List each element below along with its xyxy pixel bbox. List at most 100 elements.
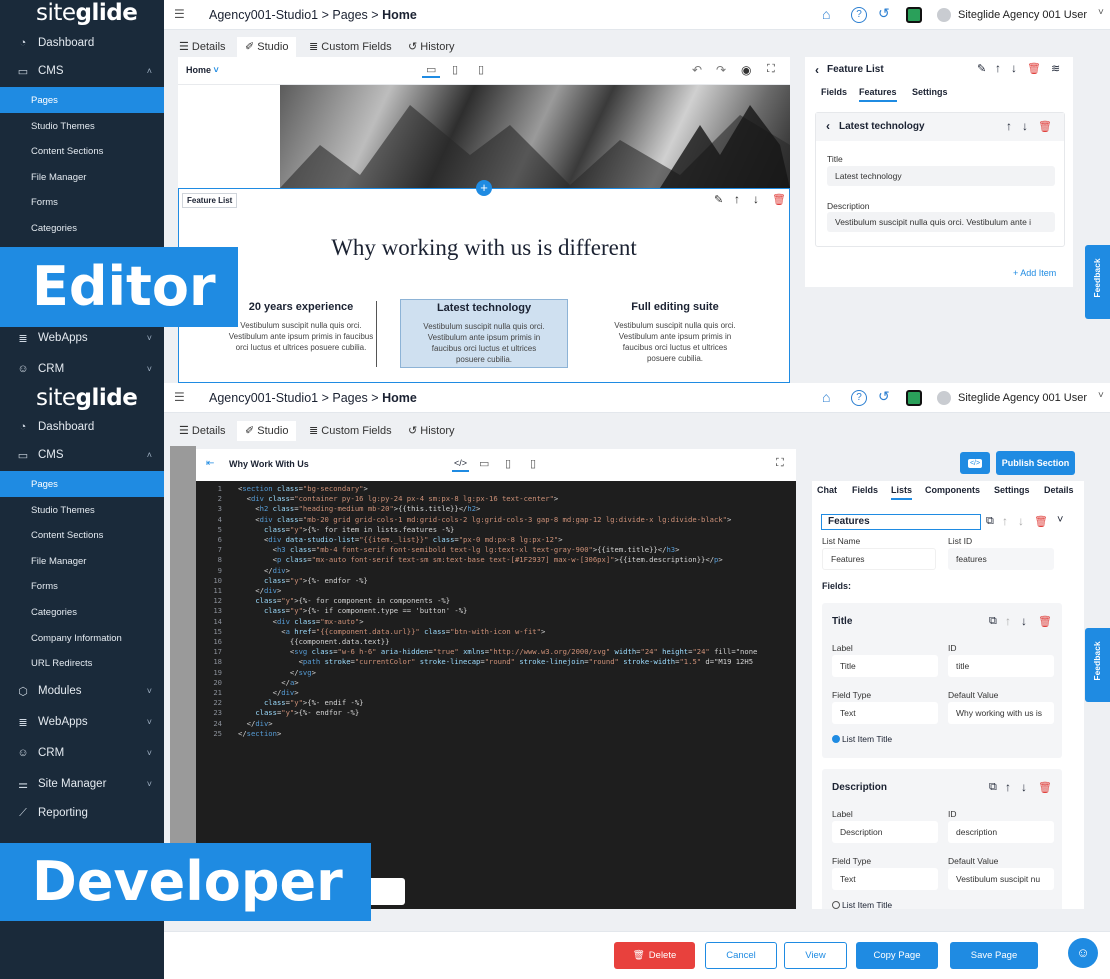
fullscreen-icon[interactable]: ⛶ <box>767 63 775 76</box>
siteglide-app-icon[interactable] <box>906 7 922 23</box>
code-line[interactable]: 14 <div class="mx-auto"> <box>196 617 796 627</box>
copy-page-button[interactable]: Copy Page <box>856 942 938 969</box>
id-input[interactable]: title <box>948 655 1054 677</box>
menu-collapse-icon[interactable]: ☰ <box>174 390 185 404</box>
tab-details[interactable]: ☰ Details <box>179 421 226 441</box>
back-icon[interactable]: ‹ <box>826 119 830 133</box>
tab-custom-fields[interactable]: ≣ Custom Fields <box>309 421 392 441</box>
home-icon[interactable]: ⌂ <box>822 6 830 22</box>
feature-column-selected[interactable]: Latest technology Vestibulum suscipit nu… <box>400 299 568 368</box>
field-type-select[interactable]: Text <box>832 868 938 890</box>
trash-icon[interactable]: 🗑 <box>772 193 786 206</box>
cancel-button[interactable]: Cancel <box>705 942 777 969</box>
tab-lists[interactable]: Lists <box>891 485 913 500</box>
move-up-icon[interactable]: ↑ <box>1005 614 1011 628</box>
label-input[interactable]: Description <box>832 821 938 843</box>
sidebar-item-reporting[interactable]: ⟋ Reporting <box>0 800 164 826</box>
sidebar-item-file-manager[interactable]: File Manager <box>0 164 164 190</box>
list-name-input[interactable]: Features <box>821 514 981 530</box>
home-icon[interactable]: ⌂ <box>822 389 830 405</box>
sidebar-item-webapps[interactable]: ≣ WebApps ˅ <box>0 709 164 735</box>
description-input[interactable]: Vestibulum suscipit nulla quis orci. Ves… <box>827 212 1055 232</box>
tab-history[interactable]: ↺ History <box>408 37 455 57</box>
menu-collapse-icon[interactable]: ☰ <box>174 7 185 21</box>
trash-icon[interactable]: 🗑 <box>1038 120 1052 133</box>
layers-icon[interactable]: ≋ <box>1051 62 1060 75</box>
sidebar-item-cms[interactable]: ▭ CMS ˄ <box>0 58 164 84</box>
move-up-icon[interactable]: ↑ <box>1005 780 1011 794</box>
code-line[interactable]: 10 class="y">{%- endfor -%} <box>196 576 796 586</box>
code-line[interactable]: 15 <a href="{{component.data.url}}" clas… <box>196 627 796 637</box>
move-up-icon[interactable]: ↑ <box>995 61 1001 75</box>
sidebar-item-content-sections[interactable]: Content Sections <box>0 522 164 548</box>
chevron-down-icon[interactable]: ˅ <box>1098 7 1104 18</box>
sidebar-item-studio-themes[interactable]: Studio Themes <box>0 497 164 523</box>
chevron-down-icon[interactable]: ˅ <box>1098 390 1104 401</box>
sidebar-item-site-manager[interactable]: ⚌ Site Manager ˅ <box>0 771 164 797</box>
code-line[interactable]: 3 <h2 class="heading-medium mb-20">{{thi… <box>196 504 796 514</box>
tab-details[interactable]: ☰ Details <box>179 37 226 57</box>
trash-icon[interactable]: 🗑 <box>1034 515 1048 528</box>
redo-icon[interactable]: ↷ <box>716 63 726 77</box>
publish-section-button[interactable]: Publish Section <box>996 451 1075 475</box>
move-down-icon[interactable]: ↓ <box>1021 780 1027 794</box>
sidebar-item-webapps[interactable]: ≣ WebApps ˅ <box>0 325 164 351</box>
tab-features[interactable]: Features <box>859 87 897 102</box>
move-down-icon[interactable]: ↓ <box>1022 119 1028 133</box>
code-line[interactable]: 6 <div data-studio-list="{{item._list}}"… <box>196 535 796 545</box>
breadcrumb-site[interactable]: Agency001-Studio1 <box>209 391 318 405</box>
sidebar-item-studio-themes[interactable]: Studio Themes <box>0 113 164 139</box>
move-up-icon[interactable]: ↑ <box>1006 119 1012 133</box>
tablet-view-icon[interactable]: ▯ <box>452 63 458 76</box>
trash-icon[interactable]: 🗑 <box>1038 781 1052 794</box>
fullscreen-icon[interactable]: ⛶ <box>776 457 784 470</box>
code-line[interactable]: 9 </div> <box>196 566 796 576</box>
tab-settings[interactable]: Settings <box>912 87 948 97</box>
code-line[interactable]: 19 </svg> <box>196 668 796 678</box>
user-name[interactable]: Siteglide Agency 001 User <box>958 9 1087 21</box>
tab-components[interactable]: Components <box>925 485 980 495</box>
collapse-icon[interactable]: ˅ <box>1057 514 1063 526</box>
code-line[interactable]: 20 </a> <box>196 678 796 688</box>
code-line[interactable]: 4 <div class="mb-20 grid grid-cols-1 md:… <box>196 515 796 525</box>
sidebar-item-file-manager[interactable]: File Manager <box>0 548 164 574</box>
help-icon[interactable]: ? <box>851 390 867 406</box>
sidebar-item-crm[interactable]: ☺ CRM ˅ <box>0 740 164 766</box>
breadcrumb-pages[interactable]: Pages <box>332 8 367 22</box>
code-line[interactable]: 13 class="y">{%- if component.type == 'b… <box>196 606 796 616</box>
move-down-icon[interactable]: ↓ <box>1018 514 1024 528</box>
feedback-tab[interactable]: Feedback <box>1085 245 1110 319</box>
code-line[interactable]: 16 {{component.data.text}} <box>196 637 796 647</box>
sidebar-item-forms[interactable]: Forms <box>0 189 164 215</box>
code-line[interactable]: 12 class="y">{%- for component in compon… <box>196 596 796 606</box>
sidebar-item-pages[interactable]: Pages <box>0 471 164 497</box>
code-line[interactable]: 11 </div> <box>196 586 796 596</box>
sidebar-item-company-information[interactable]: Company Information <box>0 625 164 651</box>
back-icon[interactable]: ‹ <box>815 63 819 77</box>
code-line[interactable]: 1 <section class="bg-secondary"> <box>196 484 796 494</box>
move-down-icon[interactable]: ↓ <box>1021 614 1027 628</box>
history-icon[interactable]: ↺ <box>878 388 890 405</box>
history-icon[interactable]: ↺ <box>878 5 890 22</box>
tab-settings[interactable]: Settings <box>994 485 1030 495</box>
eye-icon[interactable]: ◉ <box>741 63 751 77</box>
edit-icon[interactable]: ✎ <box>714 193 723 206</box>
code-line[interactable]: 8 <p class="mx-auto font-serif text-sm s… <box>196 555 796 565</box>
mobile-view-icon[interactable]: ▯ <box>530 457 536 470</box>
edit-icon[interactable]: ✎ <box>977 62 986 75</box>
feature-column[interactable]: 20 years experience Vestibulum suscipit … <box>221 301 381 353</box>
sidebar-item-crm[interactable]: ☺ CRM ˅ <box>0 356 164 382</box>
code-line[interactable]: 24 </div> <box>196 719 796 729</box>
sidebar-item-dashboard[interactable]: ◔ Dashboard <box>0 414 164 440</box>
sidebar-item-url-redirects[interactable]: URL Redirects <box>0 650 164 676</box>
avatar[interactable] <box>937 391 951 405</box>
undo-icon[interactable]: ↶ <box>692 63 702 77</box>
mobile-view-icon[interactable]: ▯ <box>478 63 484 76</box>
sidebar-item-categories[interactable]: Categories <box>0 599 164 625</box>
code-line[interactable]: 18 <path stroke="currentColor" stroke-li… <box>196 657 796 667</box>
label-input[interactable]: Title <box>832 655 938 677</box>
default-value-input[interactable]: Why working with us is <box>948 702 1054 724</box>
tab-custom-fields[interactable]: ≣ Custom Fields <box>309 37 392 57</box>
list-name-field[interactable]: Features <box>822 548 936 570</box>
move-up-icon[interactable]: ↑ <box>1002 514 1008 528</box>
